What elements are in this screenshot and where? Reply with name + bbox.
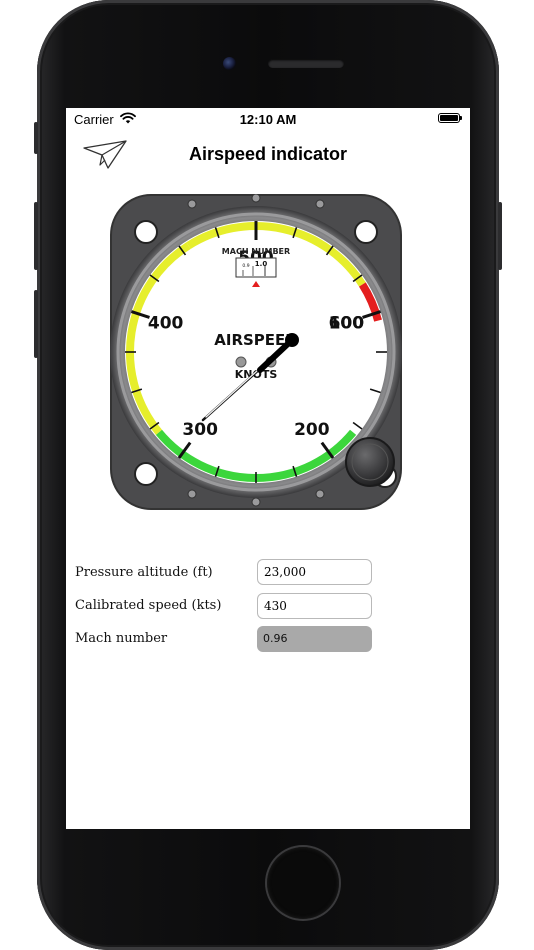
battery-icon — [438, 113, 462, 123]
earpiece-speaker — [268, 59, 344, 68]
power-button — [498, 202, 502, 270]
scale-label: 400 — [148, 314, 184, 334]
scale-label: 600 — [329, 314, 365, 334]
scale-label: 200 — [294, 420, 330, 440]
adjustment-knob-icon[interactable] — [345, 437, 395, 487]
scale-label: 300 — [182, 420, 218, 440]
bezel-screw — [187, 489, 197, 499]
page-title: Airspeed indicator — [188, 144, 348, 164]
mach-number-label: Mach number — [75, 631, 168, 646]
home-button[interactable] — [267, 847, 339, 919]
mach-number-output: 0.96 — [257, 626, 372, 652]
mute-switch — [34, 122, 38, 154]
front-camera — [223, 57, 236, 70]
bezel-screw — [251, 497, 261, 507]
calibrated-speed-label: Calibrated speed (kts) — [75, 598, 222, 613]
status-bar: Carrier 12:10 AM — [66, 108, 470, 130]
pressure-altitude-label: Pressure altitude (ft) — [75, 565, 213, 580]
airspeed-gauge: 100200300400500600 0.9 1.0 MACH NUMBER A… — [110, 194, 402, 510]
bezel-screw — [315, 199, 325, 209]
status-time: 12:10 AM — [239, 112, 297, 127]
mach-tick-label: 0.9 — [242, 263, 249, 269]
mount-hole — [134, 220, 158, 244]
mount-hole — [354, 220, 378, 244]
mach-tick-label: 1.0 — [255, 260, 268, 268]
dial-screw — [235, 356, 247, 368]
volume-down-button — [34, 290, 38, 358]
gauge-units: KNOTS — [235, 368, 278, 381]
app-screen: Carrier 12:10 AM Airspeed indicator 100 … — [66, 108, 470, 829]
bezel-screw — [251, 194, 261, 203]
calibrated-speed-input[interactable] — [257, 593, 372, 619]
bezel-screw — [315, 489, 325, 499]
mount-hole — [134, 462, 158, 486]
bezel-screw — [187, 199, 197, 209]
volume-up-button — [34, 202, 38, 270]
pressure-altitude-input[interactable] — [257, 559, 372, 585]
mach-number-title: MACH NUMBER — [222, 247, 290, 256]
